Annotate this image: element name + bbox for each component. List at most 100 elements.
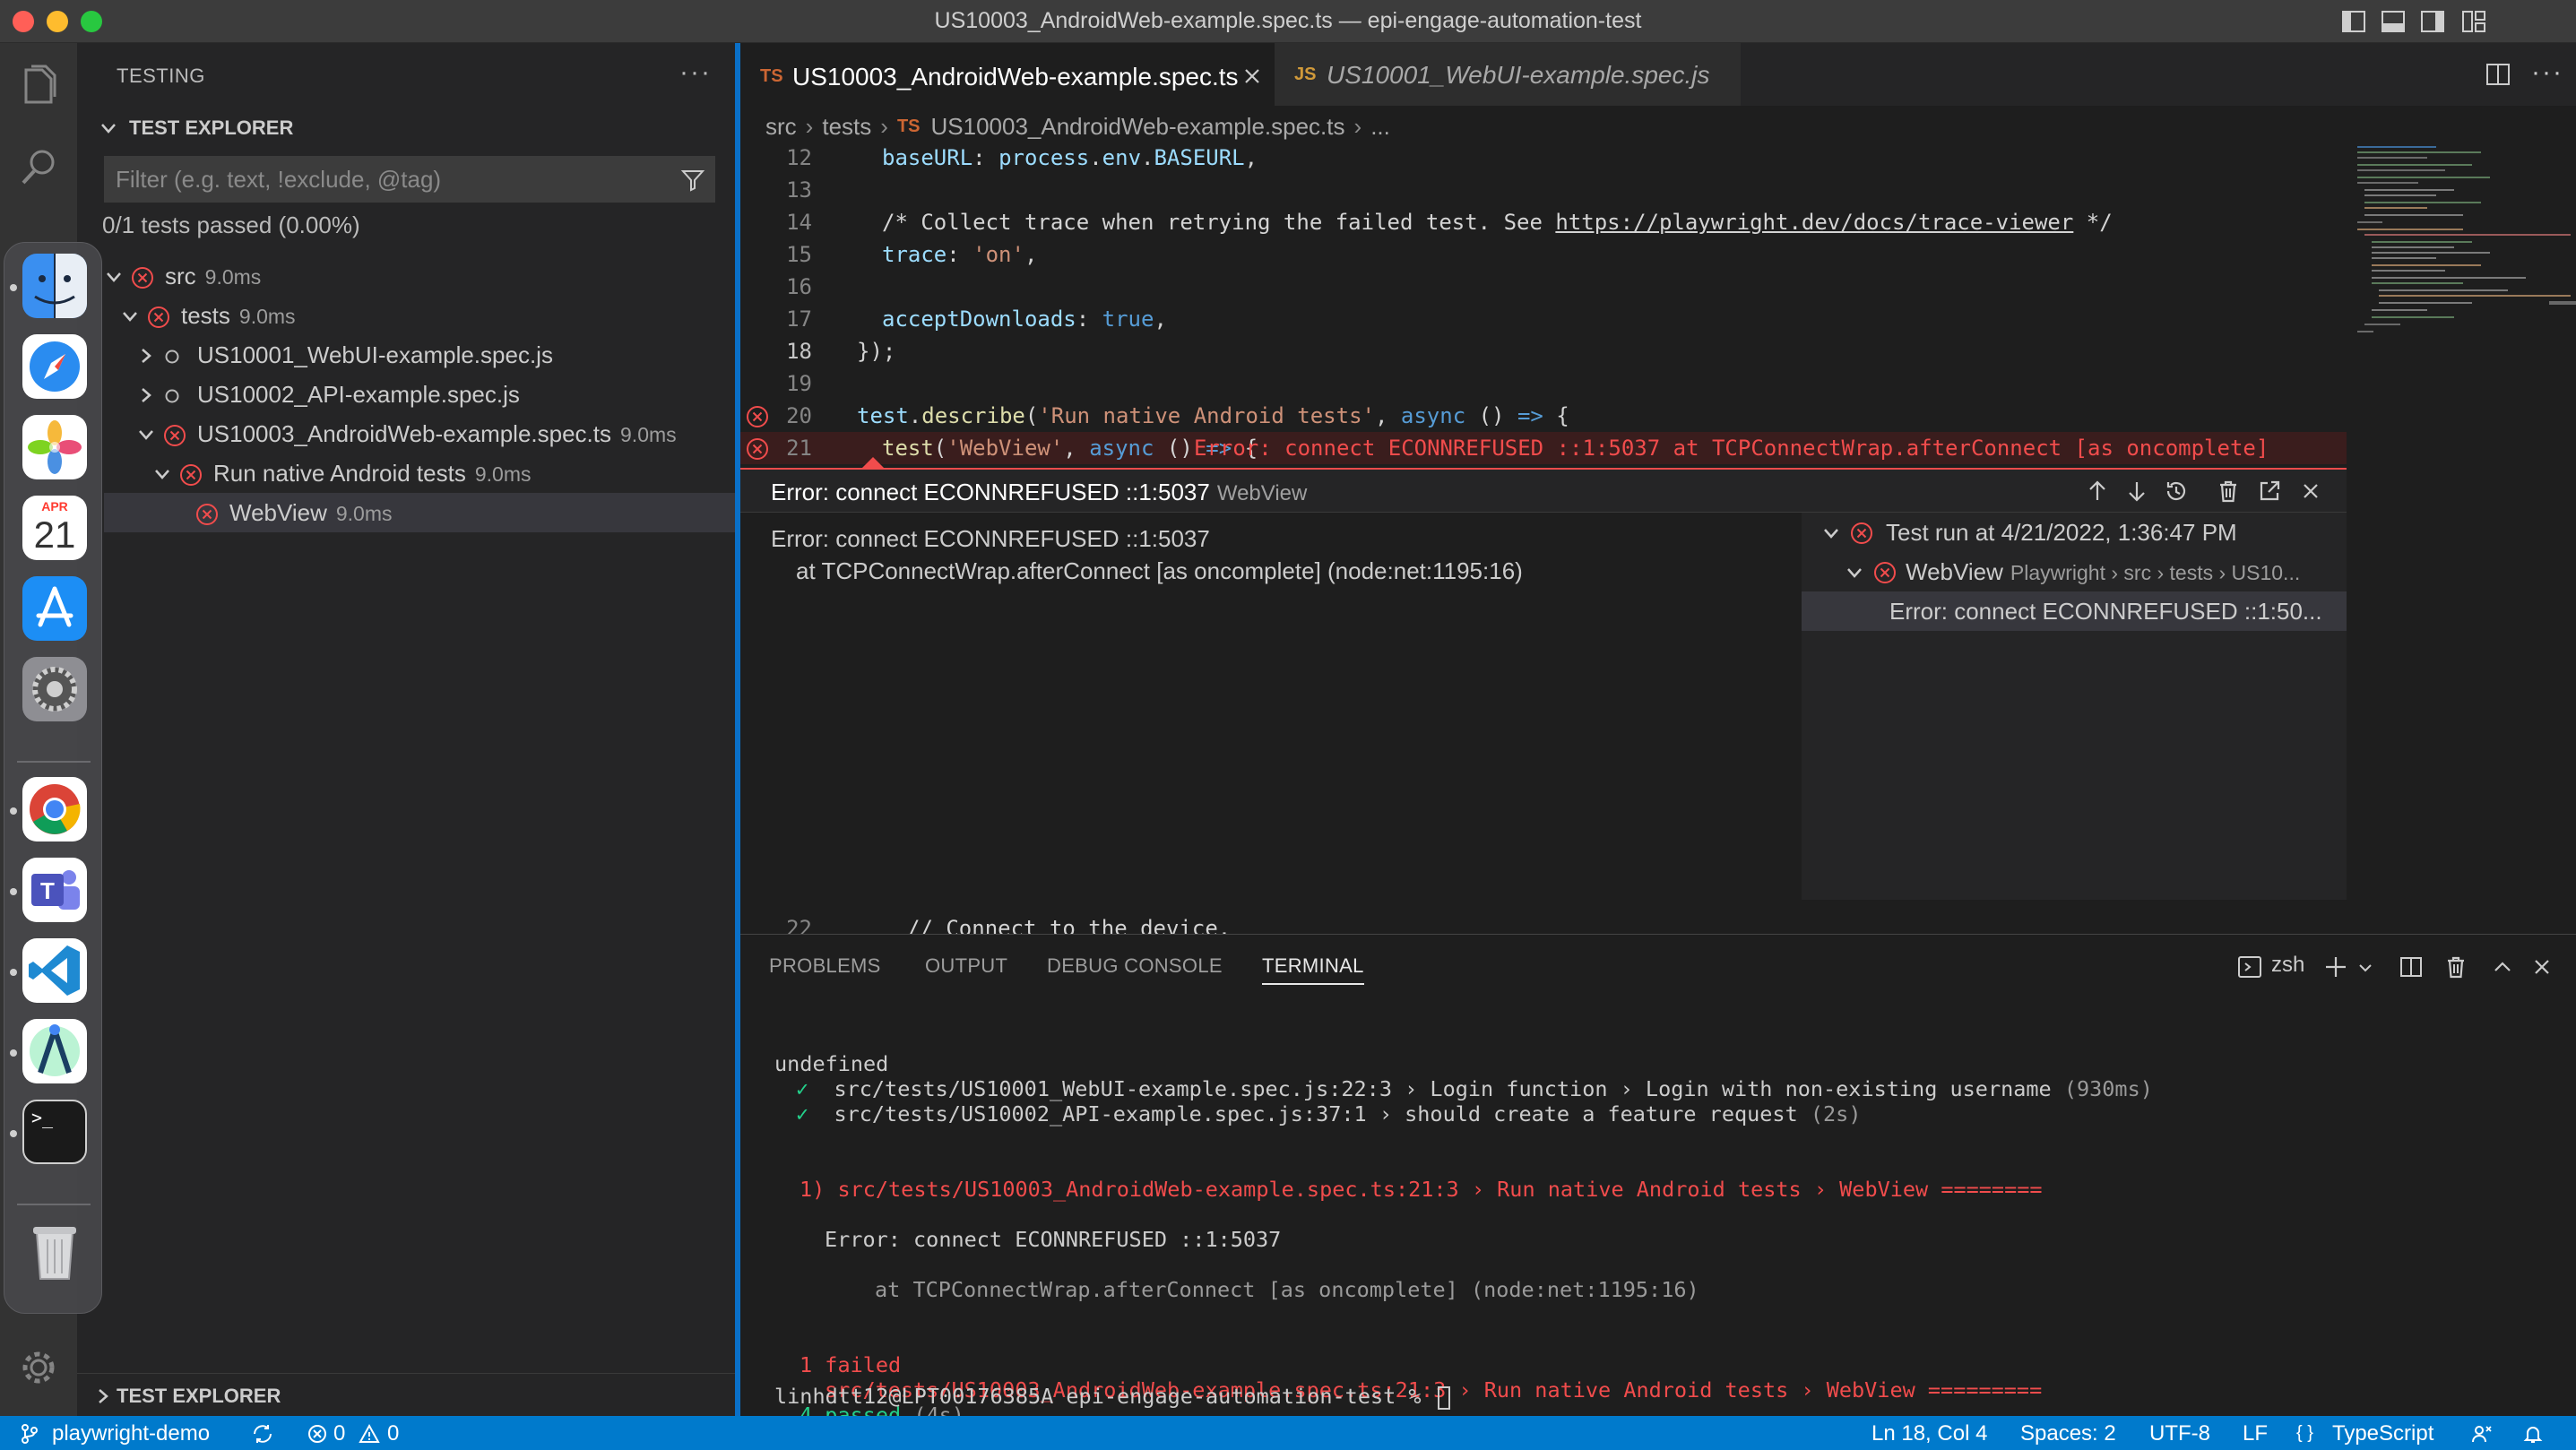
terminal-icon[interactable]: >_ — [22, 1100, 87, 1164]
chevron-down-icon[interactable] — [104, 267, 124, 287]
warning-count[interactable]: 0 — [387, 1421, 399, 1446]
tree-item-webview[interactable]: WebView 9.0ms — [104, 493, 735, 532]
minimap[interactable] — [2347, 142, 2576, 554]
maximize-panel-icon[interactable] — [2490, 954, 2515, 980]
source-control-branch-icon[interactable] — [20, 1423, 39, 1445]
sync-icon[interactable] — [251, 1423, 274, 1445]
code-line[interactable]: 15 trace: 'on', — [740, 238, 2347, 271]
code-line[interactable]: 20 test.describe('Run native Android tes… — [740, 400, 2347, 432]
code-line[interactable]: 21 test('WebView', async () => { Error: … — [740, 432, 2347, 464]
code-line[interactable]: 16 — [740, 271, 2347, 303]
explorer-icon[interactable] — [19, 65, 58, 108]
customize-layout-icon[interactable] — [2461, 9, 2486, 34]
arrow-up-icon[interactable] — [2085, 479, 2110, 504]
editor-more-actions-icon[interactable]: ··· — [2531, 57, 2563, 88]
test-result-webview[interactable]: WebView Playwright › src › tests › US10..… — [1802, 552, 2347, 591]
history-icon[interactable] — [2164, 479, 2189, 504]
tree-item-us10001[interactable]: US10001_WebUI-example.spec.js — [104, 335, 735, 375]
code-line[interactable]: 13 — [740, 174, 2347, 206]
arrow-down-icon[interactable] — [2124, 479, 2149, 504]
breadcrumb-file[interactable]: US10003_AndroidWeb-example.spec.ts — [931, 113, 1345, 141]
tab-output[interactable]: OUTPUT — [925, 954, 1007, 978]
filter-icon[interactable] — [680, 168, 705, 193]
tree-item-src[interactable]: src 9.0ms — [104, 256, 735, 296]
toggle-panel-icon[interactable] — [2381, 9, 2406, 34]
tree-item-run-native-android-tests[interactable]: Run native Android tests 9.0ms — [104, 453, 735, 493]
scrollbar-thumb[interactable] — [2549, 301, 2576, 305]
code-line[interactable]: 18 }); — [740, 335, 2347, 367]
close-peek-icon[interactable] — [2298, 479, 2323, 504]
toggle-sidebar-icon[interactable] — [2341, 9, 2366, 34]
code-line[interactable]: 14 /* Collect trace when retrying the fa… — [740, 206, 2347, 238]
terminal-line: at TCPConnectWrap.afterConnect [as oncom… — [875, 1277, 1699, 1302]
safari-icon[interactable] — [22, 334, 87, 399]
terminal-shell-name[interactable]: zsh — [2271, 953, 2304, 978]
test-filter-input[interactable] — [105, 157, 661, 202]
android-studio-icon[interactable] — [22, 1019, 87, 1083]
chevron-right-icon[interactable] — [136, 385, 156, 405]
chevron-down-icon[interactable] — [152, 464, 172, 484]
clear-results-trash-icon[interactable] — [2216, 479, 2241, 504]
encoding[interactable]: UTF-8 — [2149, 1421, 2210, 1446]
branch-name[interactable]: playwright-demo — [52, 1421, 210, 1446]
code-line[interactable]: 12 baseURL: process.env.BASEURL, — [740, 142, 2347, 174]
running-indicator — [10, 1130, 17, 1137]
language-mode[interactable]: TypeScript — [2332, 1421, 2433, 1446]
test-explorer-section-header[interactable]: TEST EXPLORER — [90, 113, 717, 145]
breadcrumb-src[interactable]: src — [765, 113, 797, 141]
tab-us10003[interactable]: TS US10003_AndroidWeb-example.spec.ts — [740, 43, 1275, 106]
feedback-icon[interactable] — [2470, 1423, 2494, 1445]
manage-gear-icon[interactable] — [19, 1348, 58, 1387]
breadcrumb-tests[interactable]: tests — [822, 113, 871, 141]
test-run-item[interactable]: Test run at 4/21/2022, 1:36:47 PM — [1802, 513, 2347, 552]
terminal-line: 1) src/tests/US10003_AndroidWeb-example.… — [800, 1177, 2043, 1202]
search-icon[interactable] — [19, 147, 58, 186]
tree-item-tests[interactable]: tests 9.0ms — [104, 296, 735, 335]
chevron-down-icon[interactable] — [2357, 960, 2373, 976]
trash-icon[interactable] — [22, 1220, 87, 1284]
tab-us10001[interactable]: JS US10001_WebUI-example.spec.js — [1275, 43, 1741, 106]
warnings-icon[interactable] — [359, 1423, 380, 1445]
toggle-secondary-sidebar-icon[interactable] — [2420, 9, 2445, 34]
kill-terminal-trash-icon[interactable] — [2443, 954, 2468, 980]
chevron-down-icon[interactable] — [136, 425, 156, 444]
code-line[interactable]: 17 acceptDownloads: true, — [740, 303, 2347, 335]
split-terminal-icon[interactable] — [2399, 954, 2424, 980]
finder-icon[interactable] — [22, 254, 87, 318]
tree-item-us10003[interactable]: US10003_AndroidWeb-example.spec.ts 9.0ms — [104, 414, 735, 453]
code-line[interactable]: 22 // Connect to the device. — [740, 912, 2347, 934]
new-terminal-plus-icon[interactable] — [2323, 954, 2348, 980]
code-line[interactable]: 19 — [740, 367, 2347, 400]
tree-item-us10002[interactable]: US10002_API-example.spec.js — [104, 375, 735, 414]
tab-terminal[interactable]: TERMINAL — [1262, 954, 1364, 985]
vscode-icon[interactable] — [22, 938, 87, 1003]
close-tab-icon[interactable] — [1242, 66, 1262, 86]
chevron-right-icon[interactable] — [136, 346, 156, 366]
test-error-item[interactable]: Error: connect ECONNREFUSED ::1:50... — [1802, 591, 2347, 631]
open-in-editor-icon[interactable] — [2257, 479, 2282, 504]
indentation[interactable]: Spaces: 2 — [2020, 1421, 2116, 1446]
terminal-shell-icon[interactable] — [2237, 954, 2262, 980]
app-store-icon[interactable] — [22, 576, 87, 641]
errors-icon[interactable] — [307, 1423, 328, 1445]
tab-problems[interactable]: PROBLEMS — [769, 954, 881, 978]
breadcrumb-symbol[interactable]: ... — [1370, 113, 1390, 141]
terminal-prompt[interactable]: linhdtt12@LPT00176385A epi-engage-automa… — [774, 1384, 1450, 1410]
calendar-icon[interactable]: APR 21 — [22, 496, 87, 560]
chrome-icon[interactable] — [22, 777, 87, 842]
photos-icon[interactable] — [22, 415, 87, 479]
system-preferences-icon[interactable] — [22, 657, 87, 721]
notifications-bell-icon[interactable] — [2522, 1423, 2544, 1445]
test-filter[interactable] — [104, 156, 715, 203]
more-actions-icon[interactable]: ··· — [679, 57, 712, 88]
test-explorer-collapsed-section[interactable]: TEST EXPLORER — [77, 1373, 735, 1416]
trace-viewer-link[interactable]: https://playwright.dev/docs/trace-viewer — [1555, 210, 2073, 235]
cursor-position[interactable]: Ln 18, Col 4 — [1871, 1421, 1987, 1446]
split-editor-icon[interactable] — [2485, 61, 2511, 88]
close-panel-icon[interactable] — [2529, 954, 2554, 980]
end-of-line[interactable]: LF — [2243, 1421, 2268, 1446]
error-count[interactable]: 0 — [333, 1421, 345, 1446]
tab-debug-console[interactable]: DEBUG CONSOLE — [1047, 954, 1223, 978]
chevron-down-icon[interactable] — [120, 306, 140, 326]
teams-icon[interactable]: T — [22, 858, 87, 922]
